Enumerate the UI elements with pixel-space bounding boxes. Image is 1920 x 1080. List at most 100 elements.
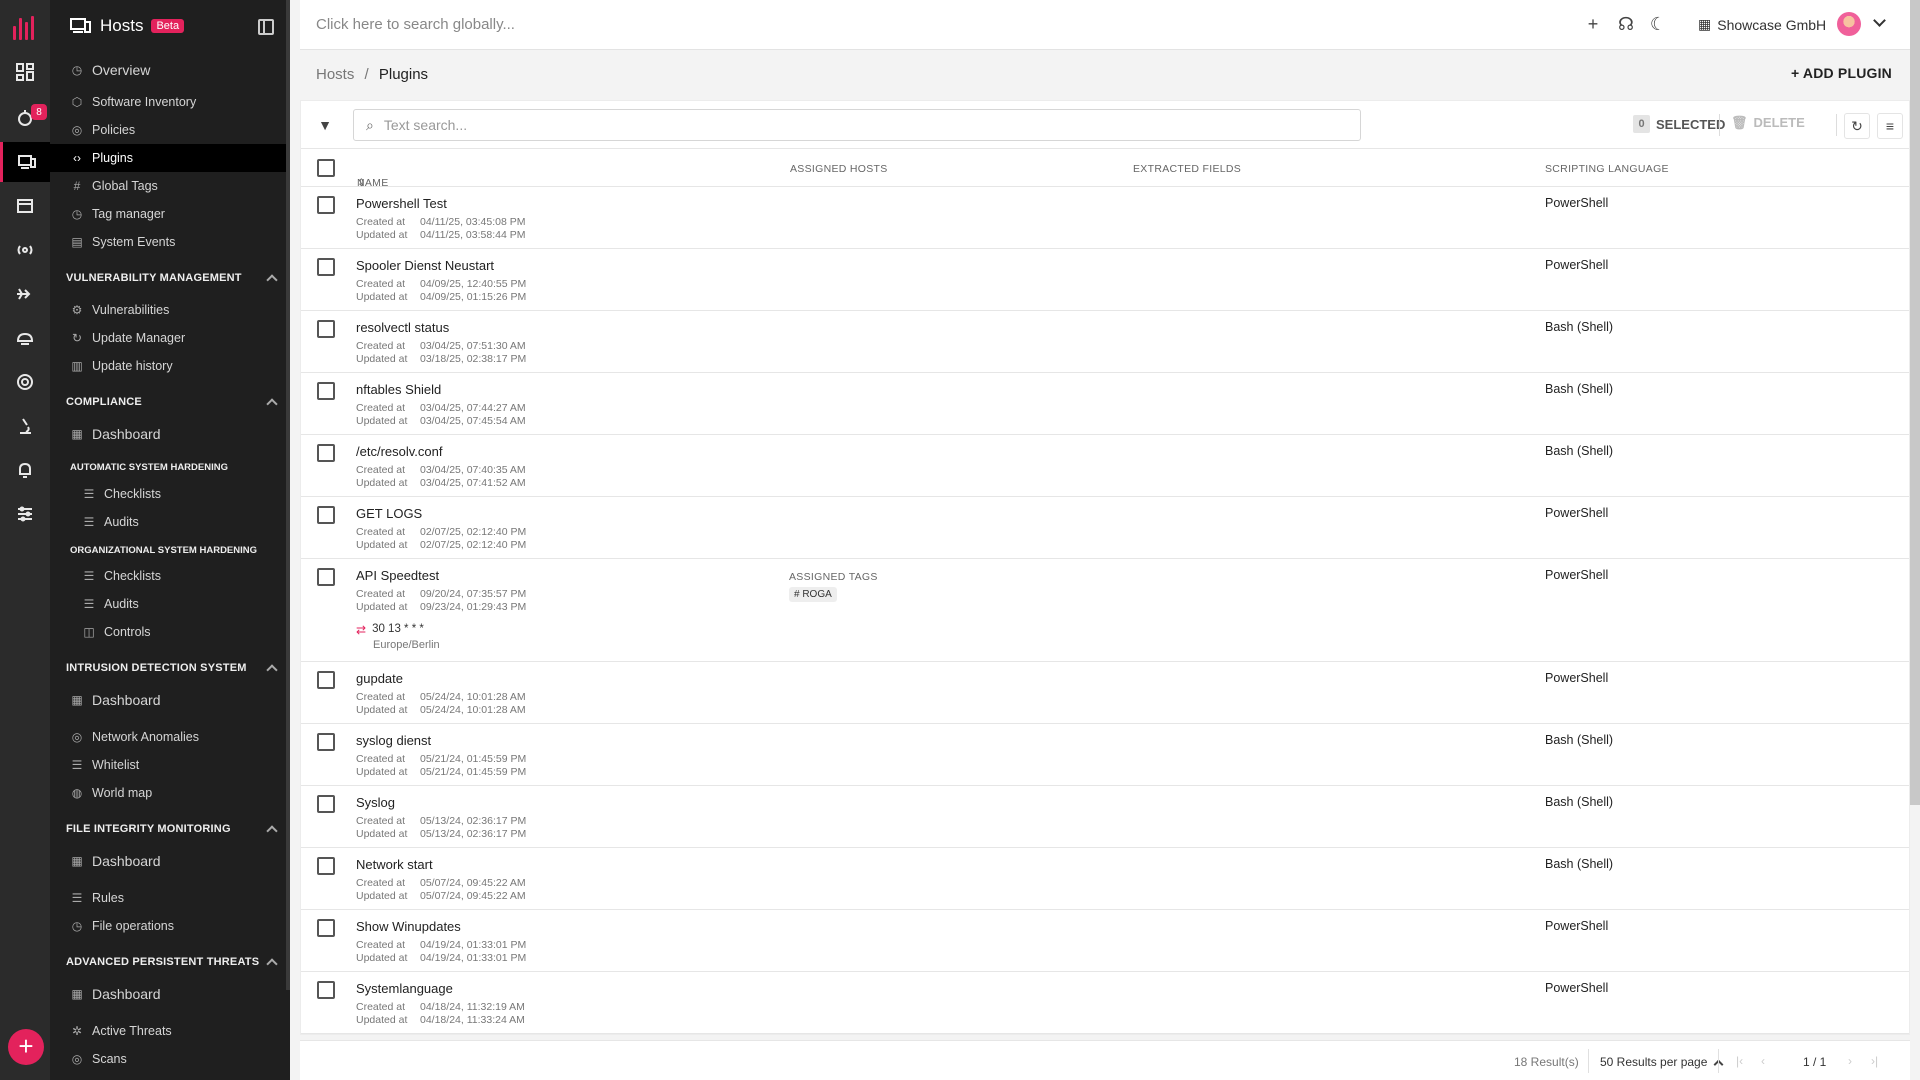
- plugin-name[interactable]: resolvectl status: [356, 320, 449, 335]
- tag-chip[interactable]: # ROGA: [789, 587, 837, 602]
- company-selector[interactable]: ▦ Showcase GmbH: [1698, 16, 1826, 33]
- table-row[interactable]: nftables Shield Created at 03/04/25, 07:44…: [301, 373, 1909, 435]
- add-plugin-button[interactable]: + ADD PLUGIN: [1791, 65, 1892, 81]
- table-row[interactable]: /etc/resolv.conf Created at 03/04/25, 07:4…: [301, 435, 1909, 497]
- sidebar-item-ids-dashboard[interactable]: ▦ Dashboard: [50, 686, 290, 714]
- section-vulnerability-management[interactable]: VULNERABILITY MANAGEMENT: [66, 272, 278, 286]
- table-row[interactable]: gupdate Created at 05/24/24, 10:01:28 AM Up…: [301, 662, 1909, 724]
- row-checkbox[interactable]: [317, 258, 335, 276]
- select-all-checkbox[interactable]: [317, 159, 335, 177]
- prev-page-icon[interactable]: ‹: [1761, 1054, 1765, 1068]
- plus-icon[interactable]: +: [1583, 14, 1603, 34]
- row-checkbox[interactable]: [317, 795, 335, 813]
- table-row[interactable]: Syslog Created at 05/13/24, 02:36:17 PM Upd…: [301, 786, 1909, 848]
- sidebar-item-org-checklists[interactable]: ☰ Checklists: [50, 562, 290, 590]
- rail-dashboard-icon[interactable]: [0, 52, 50, 92]
- section-apt[interactable]: ADVANCED PERSISTENT THREATS: [66, 956, 278, 970]
- table-row[interactable]: Powershell Test Created at 04/11/25, 03:45…: [301, 187, 1909, 249]
- page-scrollbar[interactable]: [1910, 0, 1920, 805]
- sidebar-item-file-operations[interactable]: ◷ File operations: [50, 912, 290, 940]
- row-checkbox[interactable]: [317, 671, 335, 689]
- plugin-name[interactable]: Network start: [356, 857, 433, 872]
- table-row[interactable]: Show Winupdates Created at 04/19/24, 01:33…: [301, 910, 1909, 972]
- sidebar-item-auto-audits[interactable]: ☰ Audits: [50, 508, 290, 536]
- sidebar-item-org-audits[interactable]: ☰ Audits: [50, 590, 290, 618]
- rail-settings-sliders-icon[interactable]: [0, 494, 50, 534]
- row-checkbox[interactable]: [317, 196, 335, 214]
- plugin-name[interactable]: Powershell Test: [356, 196, 447, 211]
- row-checkbox[interactable]: [317, 382, 335, 400]
- delete-button[interactable]: 🗑 DELETE: [1731, 115, 1805, 131]
- plugin-name[interactable]: Show Winupdates: [356, 919, 461, 934]
- rail-cloud-icon[interactable]: [0, 318, 50, 358]
- sort-icon[interactable]: ≡: [1877, 113, 1903, 139]
- rail-broadcast-icon[interactable]: [0, 230, 50, 270]
- sidebar-item-network-anomalies[interactable]: ◎ Network Anomalies: [50, 723, 290, 751]
- plugin-name[interactable]: GET LOGS: [356, 506, 422, 521]
- chevron-down-icon[interactable]: [1873, 14, 1886, 27]
- section-compliance[interactable]: COMPLIANCE: [66, 396, 278, 410]
- add-fab-button[interactable]: +: [8, 1029, 44, 1065]
- breadcrumb-hosts[interactable]: Hosts: [316, 66, 354, 83]
- sidebar-item-fim-dashboard[interactable]: ▦ Dashboard: [50, 847, 290, 875]
- filter-icon[interactable]: ▼: [315, 115, 335, 135]
- plugin-name[interactable]: /etc/resolv.conf: [356, 444, 442, 459]
- sidebar-item-org-controls[interactable]: ◫ Controls: [50, 618, 290, 646]
- row-checkbox[interactable]: [317, 981, 335, 999]
- table-row[interactable]: Systemlanguage Created at 04/18/24, 11:32:…: [301, 972, 1909, 1034]
- sidebar-item-auto-checklists[interactable]: ☰ Checklists: [50, 480, 290, 508]
- sidebar-item-plugins[interactable]: ‹› Plugins: [50, 144, 290, 172]
- sidebar-item-system-events[interactable]: ▤ System Events: [50, 228, 290, 256]
- sidebar-item-software-inventory[interactable]: ⬡ Software Inventory: [50, 88, 290, 116]
- section-intrusion-detection[interactable]: INTRUSION DETECTION SYSTEM: [66, 662, 278, 676]
- refresh-icon[interactable]: ↻: [1844, 113, 1870, 139]
- rail-radar-icon[interactable]: [0, 362, 50, 402]
- sidebar-item-world-map[interactable]: ◍ World map: [50, 779, 290, 807]
- plugin-name[interactable]: Spooler Dienst Neustart: [356, 258, 494, 273]
- row-checkbox[interactable]: [317, 320, 335, 338]
- row-checkbox[interactable]: [317, 568, 335, 586]
- rail-window-icon[interactable]: [0, 186, 50, 226]
- row-checkbox[interactable]: [317, 444, 335, 462]
- results-per-page-select[interactable]: 50 Results per page: [1600, 1055, 1724, 1069]
- sidebar-item-compliance-dashboard[interactable]: ▦ Dashboard: [50, 420, 290, 448]
- plugin-name[interactable]: syslog dienst: [356, 733, 431, 748]
- table-row[interactable]: API Speedtest Created at 09/20/24, 07:35:5…: [301, 559, 1909, 662]
- plugin-name[interactable]: API Speedtest: [356, 568, 439, 583]
- table-row[interactable]: GET LOGS Created at 02/07/25, 02:12:40 PM U…: [301, 497, 1909, 559]
- sidebar-item-update-manager[interactable]: ↻ Update Manager: [50, 324, 290, 352]
- rail-route-icon[interactable]: [0, 274, 50, 314]
- sidebar-item-update-history[interactable]: ▥ Update history: [50, 352, 290, 380]
- avatar[interactable]: [1837, 12, 1861, 36]
- sidebar-item-global-tags[interactable]: # Global Tags: [50, 172, 290, 200]
- global-search-input[interactable]: Click here to search globally...: [316, 16, 515, 33]
- row-checkbox[interactable]: [317, 857, 335, 875]
- text-search-input[interactable]: ⌕ Text search...: [353, 109, 1361, 141]
- row-checkbox[interactable]: [317, 919, 335, 937]
- plugin-name[interactable]: Systemlanguage: [356, 981, 453, 996]
- table-row[interactable]: syslog dienst Created at 05/21/24, 01:45:5…: [301, 724, 1909, 786]
- table-row[interactable]: Network start Created at 05/07/24, 09:45:2…: [301, 848, 1909, 910]
- section-file-integrity[interactable]: FILE INTEGRITY MONITORING: [66, 823, 278, 837]
- plugin-name[interactable]: gupdate: [356, 671, 403, 686]
- sidebar-item-rules[interactable]: ☰ Rules: [50, 884, 290, 912]
- sidebar-item-vulnerabilities[interactable]: ⚙ Vulnerabilities: [50, 296, 290, 324]
- table-row[interactable]: Spooler Dienst Neustart Created at 04/09/2…: [301, 249, 1909, 311]
- sidebar-item-whitelist[interactable]: ☰ Whitelist: [50, 751, 290, 779]
- plugin-name[interactable]: Syslog: [356, 795, 395, 810]
- collapse-sidebar-icon[interactable]: [258, 19, 274, 35]
- rail-incidents-icon[interactable]: 8: [0, 98, 50, 138]
- sidebar-item-overview[interactable]: ◷ Overview: [50, 56, 290, 84]
- rail-microscope-icon[interactable]: [0, 406, 50, 446]
- sidebar-item-apt-dashboard[interactable]: ▦ Dashboard: [50, 980, 290, 1008]
- row-checkbox[interactable]: [317, 733, 335, 751]
- sidebar-item-scans[interactable]: ◎ Scans: [50, 1045, 290, 1073]
- headset-icon[interactable]: ☊: [1616, 14, 1636, 34]
- app-logo[interactable]: [13, 14, 37, 40]
- sidebar-item-policies[interactable]: ◎ Policies: [50, 116, 290, 144]
- first-page-icon[interactable]: |‹: [1736, 1054, 1743, 1068]
- last-page-icon[interactable]: ›|: [1871, 1054, 1878, 1068]
- sidebar-item-active-threats[interactable]: ✲ Active Threats: [50, 1017, 290, 1045]
- next-page-icon[interactable]: ›: [1848, 1054, 1852, 1068]
- sidebar-item-tag-manager[interactable]: ◷ Tag manager: [50, 200, 290, 228]
